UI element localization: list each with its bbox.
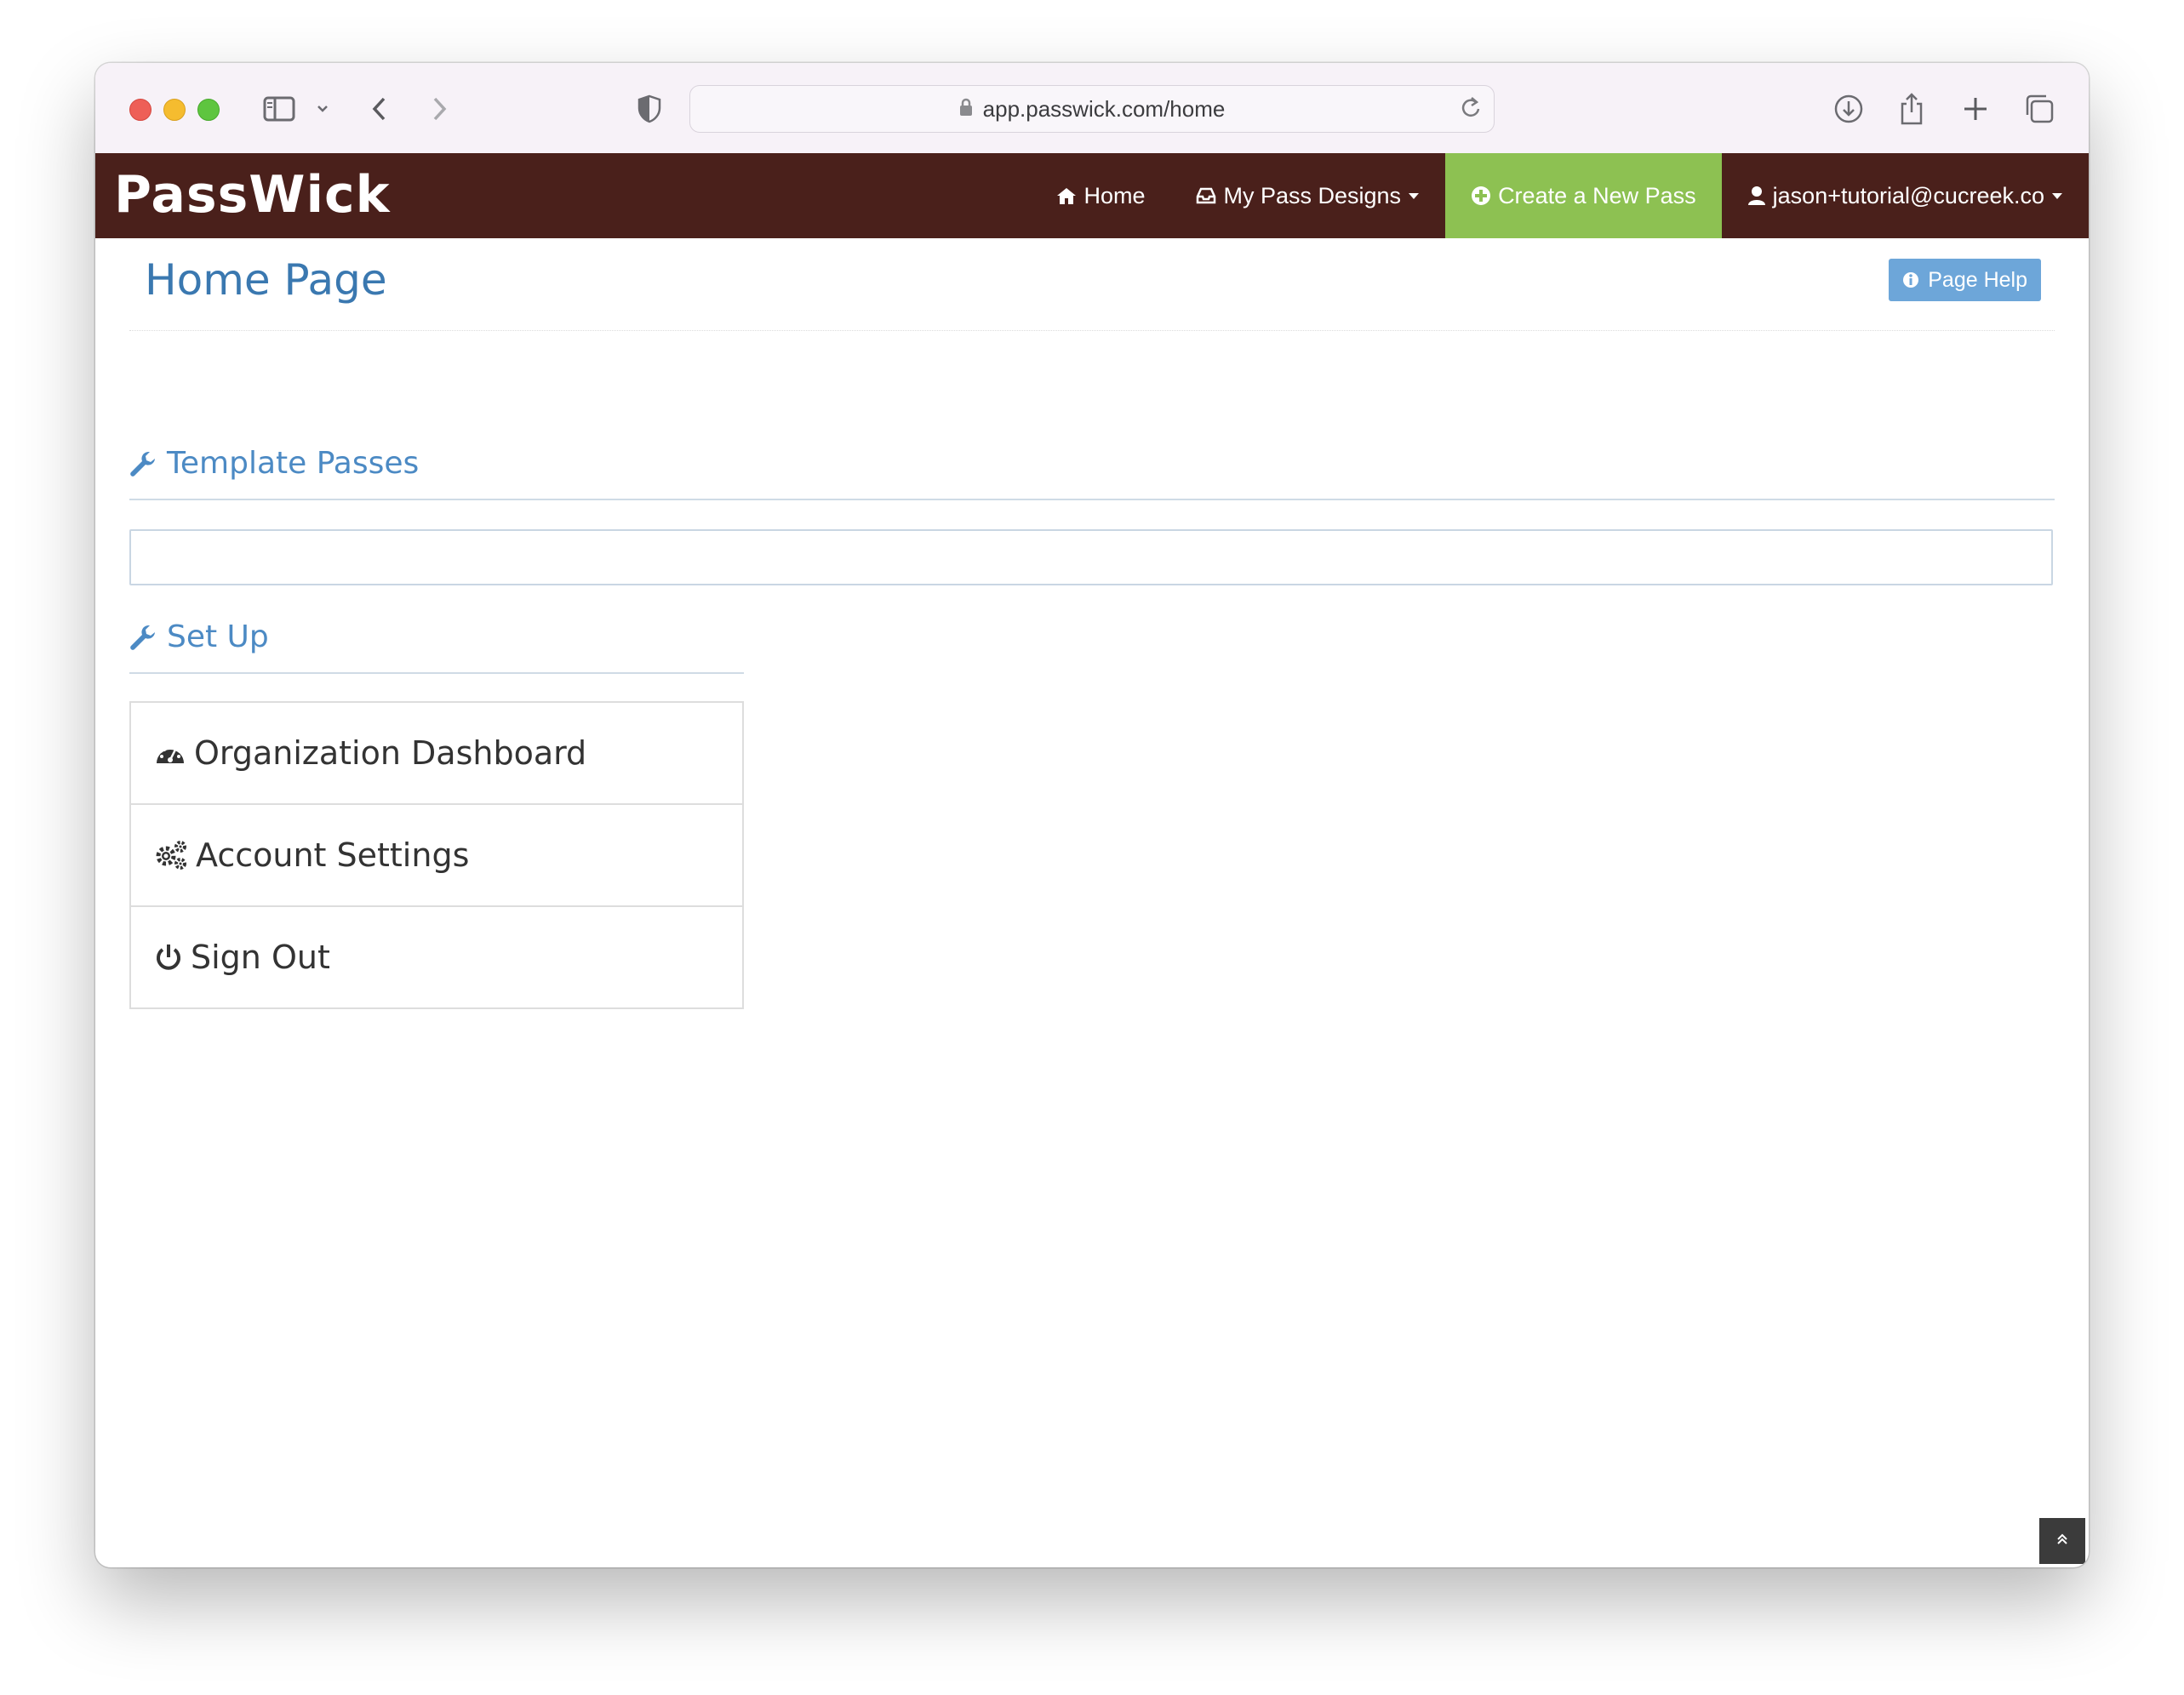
organization-dashboard-link[interactable]: Organization Dashboard — [131, 703, 742, 805]
sign-out-label: Sign Out — [191, 939, 330, 976]
template-passes-title: Template Passes — [167, 446, 420, 481]
passwick-logo[interactable]: PassWick — [114, 167, 391, 223]
set-up-heading: Set Up — [129, 619, 269, 654]
page-help-button[interactable]: Page Help — [1889, 259, 2041, 301]
wrench-icon — [129, 624, 157, 651]
url-text: app.passwick.com/home — [982, 95, 1226, 122]
home-icon — [1056, 186, 1077, 205]
back-icon[interactable] — [366, 88, 392, 129]
template-passes-rule — [129, 499, 2055, 500]
wrench-icon — [129, 450, 157, 477]
info-icon — [1902, 271, 1919, 288]
address-bar[interactable]: app.passwick.com/home — [689, 85, 1495, 133]
page-title: Home Page — [145, 255, 387, 305]
downloads-icon[interactable] — [1832, 88, 1866, 129]
power-icon — [155, 943, 182, 972]
caret-down-icon — [1408, 191, 1420, 200]
account-settings-link[interactable]: Account Settings — [131, 805, 742, 907]
browser-toolbar: app.passwick.com/home — [95, 63, 2089, 154]
nav-my-pass-designs[interactable]: My Pass Designs — [1170, 153, 1445, 238]
chevron-down-icon[interactable] — [313, 88, 332, 129]
nav-home[interactable]: Home — [1031, 153, 1170, 238]
dashboard-icon — [155, 741, 186, 765]
forward-icon[interactable] — [427, 88, 453, 129]
sidebar-toggle-icon[interactable] — [260, 88, 298, 129]
template-passes-panel — [129, 529, 2053, 585]
plus-circle-icon — [1471, 185, 1491, 206]
account-settings-label: Account Settings — [196, 836, 470, 874]
new-tab-icon[interactable] — [1961, 88, 1990, 129]
share-icon[interactable] — [1896, 88, 1927, 129]
nav-user-email: jason+tutorial@cucreek.co — [1772, 182, 2044, 208]
set-up-list: Organization Dashboard Account Settings … — [129, 701, 744, 1009]
inbox-icon — [1196, 187, 1216, 204]
nav-home-label: Home — [1083, 182, 1146, 208]
double-chevron-up-icon — [2055, 1532, 2070, 1551]
nav-user-menu[interactable]: jason+tutorial@cucreek.co — [1722, 153, 2089, 238]
template-passes-heading: Template Passes — [129, 446, 419, 481]
user-icon — [1747, 185, 1766, 206]
lock-icon — [959, 96, 973, 123]
title-divider — [129, 330, 2055, 331]
organization-dashboard-label: Organization Dashboard — [194, 734, 587, 772]
privacy-shield-icon[interactable] — [635, 88, 664, 129]
tab-overview-icon[interactable] — [2022, 88, 2056, 129]
nav-create-new-pass-label: Create a New Pass — [1498, 182, 1696, 208]
zoom-window-button[interactable] — [197, 99, 220, 121]
scroll-to-top-button[interactable] — [2039, 1518, 2085, 1564]
minimize-window-button[interactable] — [163, 99, 186, 121]
set-up-title: Set Up — [167, 619, 269, 654]
set-up-rule — [129, 672, 744, 674]
reload-icon[interactable] — [1460, 94, 1482, 126]
caret-down-icon — [2051, 191, 2063, 200]
gears-icon — [155, 840, 187, 870]
nav-create-new-pass[interactable]: Create a New Pass — [1445, 153, 1722, 238]
sign-out-link[interactable]: Sign Out — [131, 907, 742, 1007]
close-window-button[interactable] — [129, 99, 152, 121]
browser-window: app.passwick.com/home PassWick Home My P… — [95, 63, 2089, 1567]
site-navbar: PassWick Home My Pass Designs Create a N… — [95, 153, 2089, 238]
nav-my-pass-designs-label: My Pass Designs — [1223, 182, 1402, 208]
page-help-label: Page Help — [1928, 267, 2027, 292]
